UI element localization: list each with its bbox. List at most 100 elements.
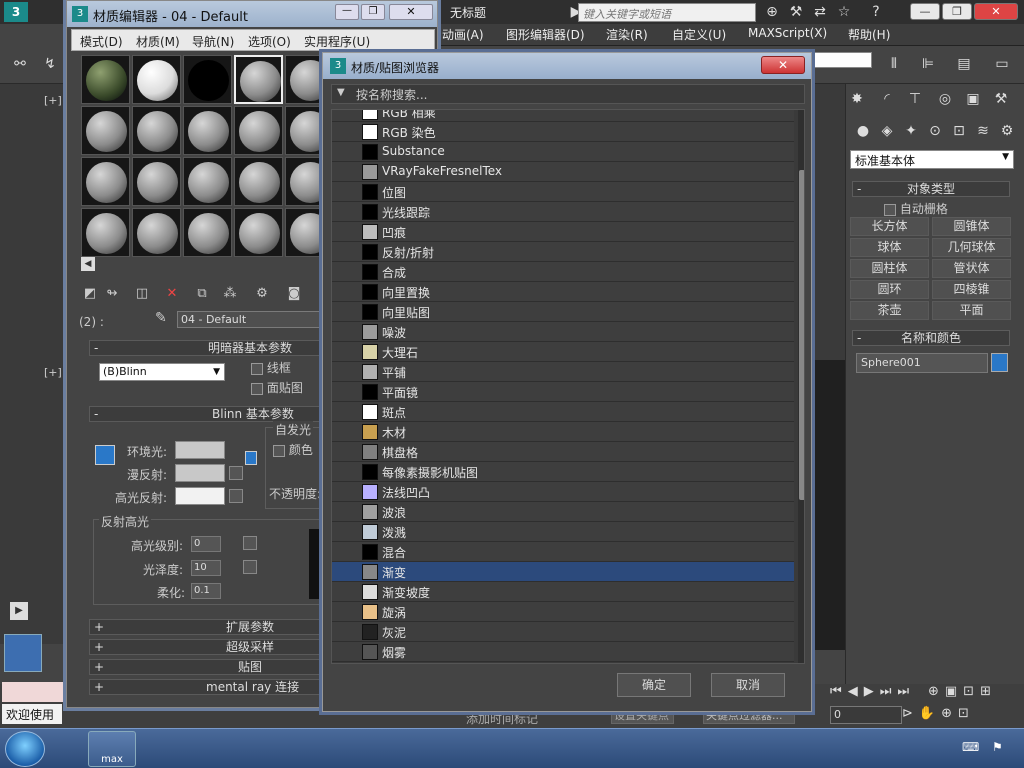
material-sample-slot[interactable] [234, 157, 283, 206]
name-color-rollout[interactable]: - 名称和颜色 [852, 330, 1010, 346]
map-list-item[interactable]: 烟雾 [332, 642, 794, 662]
pan-zoom-icons[interactable]: ⊳✋⊕⊡ [902, 706, 975, 721]
map-list-item[interactable]: 法线凹凸 [332, 482, 794, 502]
soften-input[interactable]: 0.1 [191, 583, 221, 599]
mental-ray-rollout[interactable]: + mental ray 连接 [89, 679, 325, 695]
map-list-item[interactable]: 木材 [332, 422, 794, 442]
close-button[interactable]: ✕ [974, 3, 1018, 20]
extended-params-rollout[interactable]: + 扩展参数 [89, 619, 325, 635]
menu-navigation[interactable]: 导航(N) [192, 33, 234, 50]
map-list-item[interactable]: 渐变 [332, 562, 794, 582]
ambient-swatch[interactable] [175, 441, 225, 459]
material-sample-slot[interactable] [132, 106, 181, 155]
assign-to-selection-icon[interactable]: ◫ [133, 285, 151, 303]
browser-titlebar[interactable]: 3 材质/贴图浏览器 [323, 53, 811, 79]
viewport-label-top[interactable]: [+] [44, 94, 62, 107]
put-to-scene-icon[interactable]: ↬ [103, 285, 121, 303]
windows-start-button[interactable] [5, 731, 45, 767]
material-sample-slot[interactable] [183, 157, 232, 206]
material-sample-slot[interactable] [183, 55, 232, 104]
display-tab-icon[interactable]: ▣ [962, 88, 984, 110]
map-list-item[interactable]: 平面镜 [332, 382, 794, 402]
help-icon[interactable]: ? [866, 2, 886, 22]
maxscript-listener[interactable] [2, 682, 64, 702]
material-sample-slot[interactable] [132, 208, 181, 257]
map-list-item[interactable]: 向里置换 [332, 282, 794, 302]
cameras-icon[interactable]: ⊙ [924, 120, 946, 142]
map-list-item[interactable]: 灰泥 [332, 622, 794, 642]
menu-animation[interactable]: 动画(A) [442, 26, 484, 43]
motion-tab-icon[interactable]: ◎ [934, 88, 956, 110]
map-list-item[interactable]: VRayFakeFresnelTex [332, 162, 794, 182]
menu-customize[interactable]: 自定义(U) [672, 26, 726, 43]
map-list-item[interactable]: 波浪 [332, 502, 794, 522]
link-icon[interactable]: ⚯ [10, 54, 30, 74]
specular-map-button[interactable] [229, 489, 243, 503]
close-button[interactable]: ✕ [389, 4, 433, 20]
viewport-nav-icons[interactable]: ⊕▣⊡⊞ [928, 684, 997, 699]
geometry-icon[interactable]: ● [852, 120, 874, 142]
wire-checkbox[interactable]: 线框 [251, 359, 291, 376]
lock-ambient-diffuse-icon[interactable] [95, 445, 115, 465]
map-list-item[interactable]: 大理石 [332, 342, 794, 362]
teapot-button[interactable]: 茶壶 [850, 301, 929, 320]
align-icon[interactable]: ⊫ [918, 54, 938, 74]
exchange-icon[interactable]: ⇄ [810, 2, 830, 22]
menu-rendering[interactable]: 渲染(R) [606, 26, 648, 43]
material-sample-slot[interactable] [183, 208, 232, 257]
get-material-icon[interactable]: ◩ [81, 285, 99, 303]
ribbon-icon[interactable]: ▭ [992, 54, 1012, 74]
map-list-item[interactable]: 反射/折射 [332, 242, 794, 262]
material-sample-slot[interactable] [132, 157, 181, 206]
viewport-layout-icon[interactable] [4, 634, 42, 672]
material-name-field[interactable]: 04 - Default [177, 311, 323, 328]
specular-swatch[interactable] [175, 487, 225, 505]
map-list-item[interactable]: 平铺 [332, 362, 794, 382]
map-list-item[interactable]: 合成 [332, 262, 794, 282]
primitive-type-dropdown[interactable]: 标准基本体 ▼ [850, 150, 1014, 169]
diffuse-map-button[interactable] [229, 466, 243, 480]
viewport-label-bottom[interactable]: [+] [44, 366, 62, 379]
shader-rollout-header[interactable]: - 明暗器基本参数 [89, 340, 325, 356]
map-list-item[interactable]: 每像素摄影机贴图 [332, 462, 794, 482]
wrench-icon[interactable]: ⚒ [786, 2, 806, 22]
material-sample-slot[interactable] [81, 106, 130, 155]
cone-button[interactable]: 圆锥体 [932, 217, 1011, 236]
perspective-viewport[interactable] [812, 360, 845, 650]
layer-manager-icon[interactable]: ▤ [954, 54, 974, 74]
browser-search-input[interactable]: ▼ 按名称搜索... [331, 84, 805, 104]
taskbar-3dsmax-button[interactable]: max [88, 731, 136, 767]
menu-material[interactable]: 材质(M) [136, 33, 180, 50]
sphere-button[interactable]: 球体 [850, 238, 929, 257]
utilities-tab-icon[interactable]: ⚒ [990, 88, 1012, 110]
material-sample-slot[interactable] [81, 55, 130, 104]
minimize-button[interactable]: — [335, 4, 359, 20]
geosphere-button[interactable]: 几何球体 [932, 238, 1011, 257]
map-list-item[interactable]: 旋涡 [332, 602, 794, 622]
material-sample-slot[interactable] [81, 157, 130, 206]
torus-button[interactable]: 圆环 [850, 280, 929, 299]
map-list-item[interactable]: 凹痕 [332, 222, 794, 242]
maximize-button[interactable]: ❐ [361, 4, 385, 20]
star-icon[interactable]: ☆ [834, 2, 854, 22]
keyboard-icon[interactable]: ⌨ [962, 740, 979, 754]
cylinder-button[interactable]: 圆柱体 [850, 259, 929, 278]
create-tab-icon[interactable]: ✸ [846, 88, 868, 110]
frame-input[interactable]: 0 [830, 706, 902, 724]
search-input[interactable]: 键入关键字或短语 [578, 3, 756, 22]
map-list-item[interactable]: 混合 [332, 542, 794, 562]
selection-set-dropdown[interactable] [812, 52, 872, 68]
binoculars-icon[interactable]: ⊕ [762, 2, 782, 22]
eyedropper-icon[interactable]: ✎ [155, 310, 171, 328]
lock-icon[interactable] [245, 451, 257, 465]
maps-rollout[interactable]: + 贴图 [89, 659, 325, 675]
map-list-item[interactable]: 向里贴图 [332, 302, 794, 322]
map-list-item[interactable]: 噪波 [332, 322, 794, 342]
flag-icon[interactable]: ⚑ [992, 740, 1003, 754]
autogrid-checkbox[interactable]: 自动栅格 [884, 200, 948, 217]
make-copy-icon[interactable]: ⧉ [193, 285, 211, 303]
map-list-item[interactable]: RGB 相乘 [332, 110, 794, 122]
plane-button[interactable]: 平面 [932, 301, 1011, 320]
gloss-input[interactable]: 10 [191, 560, 221, 576]
map-list-item[interactable]: 光线跟踪 [332, 202, 794, 222]
